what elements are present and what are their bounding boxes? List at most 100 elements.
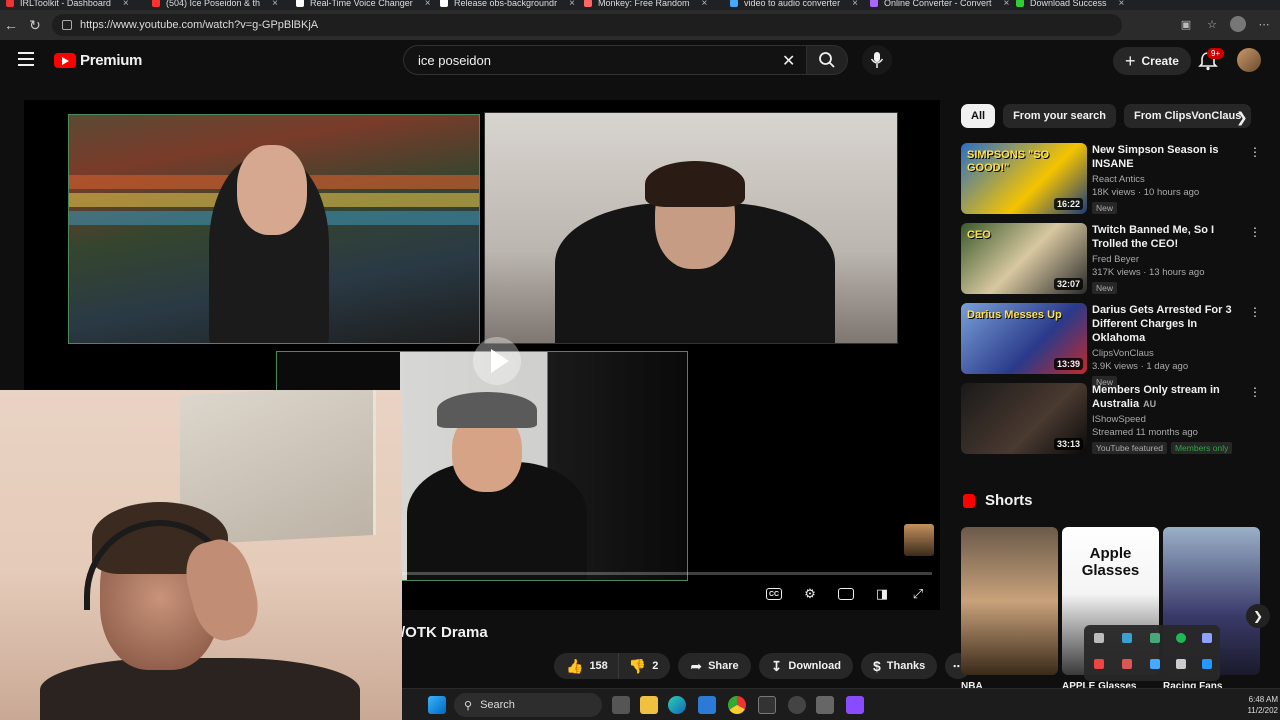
spotify-icon[interactable] [1176,633,1186,643]
share-icon: ➦ [690,657,703,674]
profile-icon[interactable] [1230,16,1246,32]
store-icon[interactable] [698,696,716,714]
tab-close-icon[interactable]: × [569,0,575,9]
video-title[interactable]: New Simpson Season is INSANE [1092,143,1252,171]
tab-close-icon[interactable]: × [852,0,858,9]
back-icon[interactable]: ← [0,14,22,36]
clear-search-icon[interactable]: ✕ [782,51,795,71]
more-options-icon[interactable]: ⋮ [1249,305,1261,319]
discord-icon[interactable] [1202,633,1212,643]
browser-tab[interactable]: Monkey: Free Random × [584,0,707,10]
youtube-logo[interactable]: Premium [54,52,142,69]
edge-browser-icon[interactable] [668,696,686,714]
more-options-icon[interactable]: ⋮ [1249,225,1261,239]
more-options-icon[interactable]: ⋮ [1249,145,1261,159]
channel-name[interactable]: ClipsVonClaus [1092,348,1252,359]
task-view-icon[interactable] [612,696,630,714]
extension-icon[interactable]: ▣ [1178,16,1194,32]
voice-search-button[interactable] [862,45,892,75]
video-title[interactable]: Members Only stream in Australia AU [1092,383,1252,411]
video-thumbnail[interactable]: SIMPSONS "SO GOOD!" 16:22 [961,143,1087,214]
taskbar-search[interactable]: ⚲ Search [454,693,602,717]
address-bar[interactable]: https://www.youtube.com/watch?v=g-GPpBlB… [52,14,1122,36]
filter-chip[interactable]: All [961,104,996,128]
steam-icon[interactable] [1150,659,1160,669]
tray-app-icon[interactable] [1094,633,1104,643]
channel-watermark[interactable] [904,524,934,556]
channel-name[interactable]: IShowSpeed [1092,414,1252,425]
thanks-button[interactable]: $ Thanks [860,653,938,679]
captions-icon[interactable]: CC [764,584,784,604]
obs-icon[interactable] [788,696,806,714]
tray-app-icon[interactable] [1094,659,1104,669]
chevron-right-icon[interactable]: ❯ [1236,109,1248,126]
star-icon[interactable]: ☆ [1204,16,1220,32]
account-avatar[interactable] [1237,48,1261,72]
video-duration: 32:07 [1053,278,1083,290]
menu-icon[interactable] [18,52,34,66]
recommendation-item[interactable]: Darius Messes Up 13:39 Darius Gets Arreste… [961,303,1271,388]
thanks-icon: $ [872,658,881,674]
tray-app-icon[interactable] [1122,659,1132,669]
settings-gear-icon[interactable]: ⚙ [800,584,820,604]
dislike-button[interactable]: 👎 2 [618,653,671,679]
file-explorer-icon[interactable] [640,696,658,714]
app-icon[interactable] [816,696,834,714]
download-button[interactable]: ↧ Download [758,653,853,679]
bluetooth-icon[interactable] [1202,659,1212,669]
members-only-badge: Members only [1170,442,1233,454]
filter-chip[interactable]: From your search [1003,104,1116,128]
recommendation-item[interactable]: SIMPSONS "SO GOOD!" 16:22 New Simpson Seas… [961,143,1271,219]
tab-close-icon[interactable]: × [425,0,431,9]
short-thumbnail[interactable] [961,527,1058,675]
reload-icon[interactable]: ↻ [24,14,46,36]
site-info-icon[interactable] [62,20,72,30]
tray-app-icon[interactable] [1150,633,1160,643]
fullscreen-icon[interactable]: ⤢ [908,584,928,604]
tab-close-icon[interactable]: × [702,0,708,9]
browser-tab[interactable]: Release obs-backgroundr × [440,0,575,10]
video-thumbnail[interactable]: Darius Messes Up 13:39 [961,303,1087,374]
video-duration: 16:22 [1053,198,1083,210]
windows-start-icon[interactable] [428,696,446,714]
browser-tab[interactable]: Real-Time Voice Changer × [296,0,431,10]
twitch-icon[interactable] [846,696,864,714]
recommendation-item[interactable]: CEO 32:07 Twitch Banned Me, So I Trolled t… [961,223,1271,299]
search-button[interactable] [806,45,848,75]
tray-app-icon[interactable] [1122,633,1132,643]
menu-dots-icon[interactable]: ⋯ [1256,16,1272,32]
filter-chip[interactable]: From ClipsVonClaus [1123,104,1252,128]
cast-icon[interactable]: ◨ [872,584,892,604]
player-controls: CC ⚙ ◨ ⤢ [764,584,928,604]
video-thumbnail[interactable]: 33:13 [961,383,1087,454]
taskbar-clock[interactable]: 6:48 AM 11/2/202 [1247,694,1278,716]
create-button[interactable]: + Create [1113,47,1191,75]
like-button[interactable]: 👍 158 [554,653,619,679]
usb-icon[interactable] [1176,659,1186,669]
video-title[interactable]: Twitch Banned Me, So I Trolled the CEO! [1092,223,1252,251]
browser-tab[interactable]: Download Success × [1016,0,1124,10]
search-input[interactable]: ice poseidon [403,45,808,75]
play-button-icon[interactable] [473,337,521,385]
tab-close-icon[interactable]: × [272,0,278,9]
terminal-icon[interactable] [758,696,776,714]
recommendation-item[interactable]: 33:13 Members Only stream in Australia AU I… [961,383,1271,459]
browser-tab[interactable]: video to audio converter × [730,0,858,10]
channel-name[interactable]: React Antics [1092,174,1252,185]
share-button[interactable]: ➦ Share [678,653,751,679]
chrome-icon[interactable] [728,696,746,714]
tab-close-icon[interactable]: × [123,0,129,9]
browser-extensions: ▣ ☆ ⋯ [1178,16,1272,32]
browser-tab[interactable]: IRLToolkit - Dashboard × [6,0,129,10]
channel-name[interactable]: Fred Beyer [1092,254,1252,265]
video-thumbnail[interactable]: CEO 32:07 [961,223,1087,294]
more-options-icon[interactable]: ⋮ [1249,385,1261,399]
dislike-count: 2 [652,660,659,672]
tab-close-icon[interactable]: × [1004,0,1010,9]
shorts-next-chevron-icon[interactable]: ❯ [1246,604,1270,628]
browser-tab[interactable]: (504) Ice Poseidon & th × [152,0,278,10]
video-title[interactable]: Darius Gets Arrested For 3 Different Cha… [1092,303,1252,345]
tab-close-icon[interactable]: × [1119,0,1125,9]
theater-mode-icon[interactable] [836,584,856,604]
browser-tab[interactable]: Online Converter - Convert × [870,0,1009,10]
